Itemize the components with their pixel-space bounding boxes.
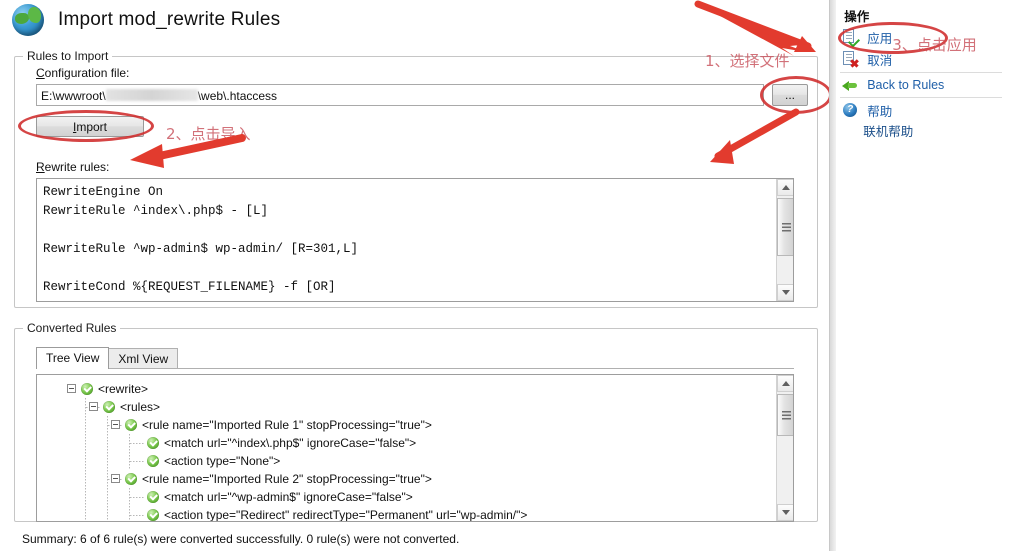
rewrite-rules-scrollbar[interactable] (776, 179, 793, 301)
sidebar-item-back-to-rules-label: Back to Rules (867, 78, 945, 92)
tree-row[interactable]: <action type="None"> (37, 452, 775, 470)
converted-rules-tree[interactable]: <rewrite> <rules> <rule name="Imported Rul… (36, 374, 794, 522)
tree-guide (85, 488, 86, 506)
tree-guide (85, 506, 86, 521)
tree-row[interactable]: <match url="^index\.php$" ignoreCase="fa… (37, 434, 775, 452)
tree-collapse-toggle[interactable] (89, 402, 98, 411)
green-check-icon (125, 419, 137, 431)
tree-row[interactable]: <rules> (37, 398, 775, 416)
sidebar-item-help[interactable]: ? 帮助 (842, 101, 892, 119)
rewrite-rules-textarea[interactable]: RewriteEngine On RewriteRule ^index\.php… (36, 178, 794, 302)
tree-elbow (130, 497, 145, 498)
tree-node-label: <rule name="Imported Rule 1" stopProcess… (142, 418, 432, 432)
tree-elbow (130, 461, 145, 462)
main-pane: Import mod_rewrite Rules Rules to Import… (0, 0, 832, 551)
page-title: Import mod_rewrite Rules (58, 9, 281, 30)
tree-node-label: <rule name="Imported Rule 2" stopProcess… (142, 472, 432, 486)
tree-guide (107, 506, 108, 521)
path-suffix: \web\.htaccess (197, 89, 278, 103)
tree-row[interactable]: <rewrite> (37, 380, 775, 398)
sidebar-item-help-label: 帮助 (867, 104, 893, 119)
green-check-icon (147, 509, 159, 521)
annotation-2: 2、点击导入 (166, 125, 251, 143)
tree-node-label: <rewrite> (98, 382, 149, 396)
import-button-highlight (18, 110, 154, 142)
tab-tree-view[interactable]: Tree View (36, 347, 110, 369)
tree-row[interactable]: <action type="Redirect" redirectType="Pe… (37, 506, 775, 522)
configuration-file-label: Configuration file: (36, 66, 130, 80)
path-prefix: E:\wwwroot\ (41, 89, 106, 103)
tree-guide (107, 488, 108, 506)
configuration-file-input[interactable]: E:\wwwroot\ \web\.htaccess (36, 84, 764, 106)
sidebar-divider-2 (840, 97, 1003, 98)
tree-guide (129, 506, 130, 521)
sidebar-item-online-help[interactable]: 联机帮助 (863, 121, 913, 139)
rewrite-rules-text: RewriteEngine On RewriteRule ^index\.php… (43, 185, 359, 294)
tree-scroll-down-button[interactable] (777, 504, 793, 521)
tree-elbow (130, 515, 145, 516)
tree-scroll-thumb[interactable] (777, 394, 793, 436)
tree-scrollbar[interactable] (776, 375, 793, 521)
tree-collapse-toggle[interactable] (111, 474, 120, 483)
tree-collapse-toggle[interactable] (111, 420, 120, 429)
tree-rows: <rewrite> <rules> <rule name="Imported Rul… (37, 380, 775, 522)
converted-rules-tabs: Tree View Xml View (36, 347, 179, 369)
tree-node-label: <match url="^index\.php$" ignoreCase="fa… (164, 436, 417, 450)
scroll-thumb[interactable] (777, 198, 793, 256)
annotation-3: 3、点击应用 (892, 36, 977, 54)
actions-sidebar: 操作 应用 取消 Back to Rules ? 帮助 联机帮助 3、点击应用 (829, 0, 1018, 551)
rules-to-import-legend: Rules to Import (23, 49, 113, 63)
sidebar-item-online-help-label: 联机帮助 (863, 124, 914, 139)
scroll-down-button[interactable] (777, 284, 793, 301)
help-question-icon: ? (842, 102, 858, 118)
tree-guide (85, 434, 86, 452)
tree-row[interactable]: <match url="^wp-admin$" ignoreCase="fals… (37, 488, 775, 506)
annotation-1: 1、选择文件 (705, 52, 790, 70)
tree-node-label: <match url="^wp-admin$" ignoreCase="fals… (164, 490, 413, 504)
green-check-icon (125, 473, 137, 485)
tree-guide (85, 452, 86, 470)
tree-guide (107, 434, 108, 452)
tree-row[interactable]: <rule name="Imported Rule 1" stopProcess… (37, 416, 775, 434)
actions-title: 操作 (844, 10, 870, 24)
summary-text: Summary: 6 of 6 rule(s) were converted s… (22, 532, 460, 546)
tree-guide (85, 416, 86, 434)
green-check-icon (147, 437, 159, 449)
back-arrow-icon (842, 77, 858, 93)
browse-button-highlight (760, 76, 832, 114)
tree-node-label: <action type="None"> (164, 454, 281, 468)
tree-row[interactable]: <rule name="Imported Rule 2" stopProcess… (37, 470, 775, 488)
rewrite-rules-label: Rewrite rules: (36, 160, 110, 174)
tree-node-label: <action type="Redirect" redirectType="Pe… (164, 508, 528, 522)
green-check-icon (103, 401, 115, 413)
green-check-icon (147, 491, 159, 503)
scroll-up-button[interactable] (777, 179, 793, 196)
page-x-icon (842, 51, 858, 67)
tree-guide (107, 452, 108, 470)
tab-underline (36, 368, 794, 369)
tree-scroll-up-button[interactable] (777, 375, 793, 392)
tree-guide (85, 470, 86, 488)
tab-xml-view[interactable]: Xml View (108, 348, 179, 369)
sidebar-divider-1 (840, 72, 1003, 73)
converted-rules-legend: Converted Rules (23, 321, 121, 335)
application-window: Import mod_rewrite Rules Rules to Import… (0, 0, 1018, 551)
tree-collapse-toggle[interactable] (67, 384, 76, 393)
page-title-row: Import mod_rewrite Rules (12, 4, 280, 36)
globe-icon (12, 4, 44, 36)
green-check-icon (147, 455, 159, 467)
green-check-icon (81, 383, 93, 395)
redacted-path-segment (105, 89, 198, 101)
tree-node-label: <rules> (120, 400, 161, 414)
tree-elbow (130, 443, 145, 444)
sidebar-item-back-to-rules[interactable]: Back to Rules (842, 76, 944, 94)
